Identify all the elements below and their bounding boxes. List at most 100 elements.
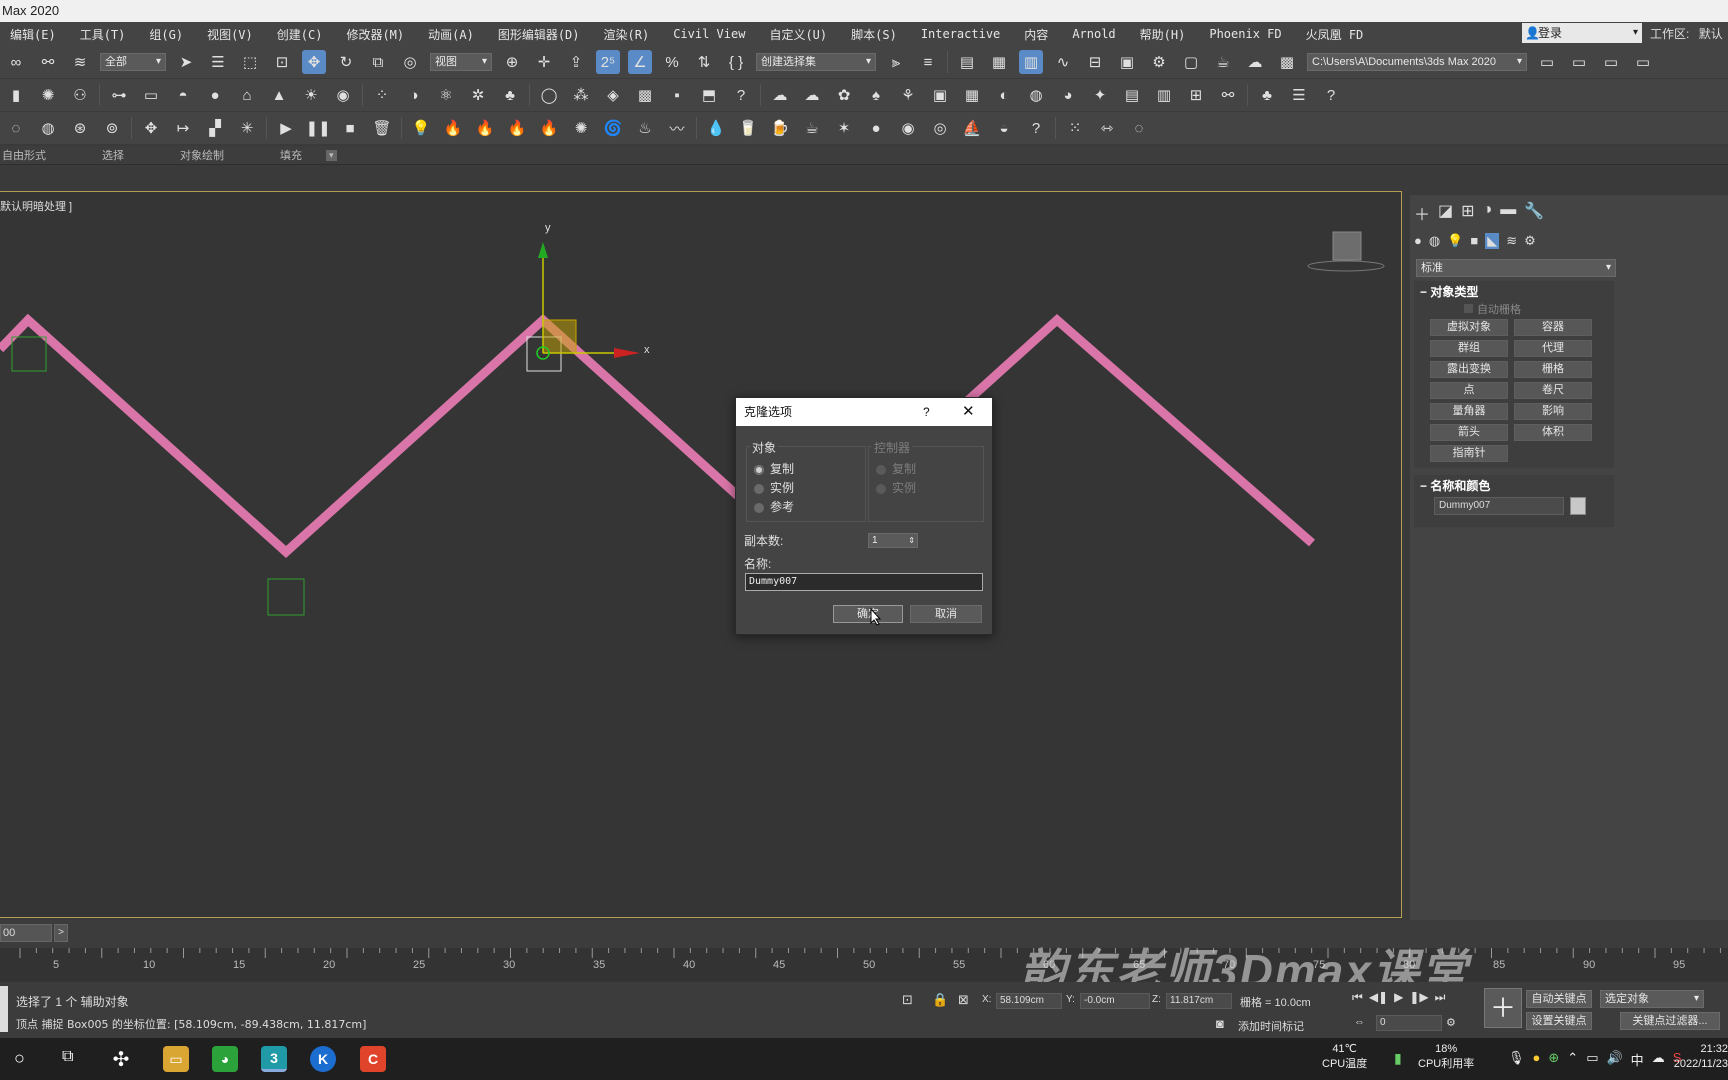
drop-icon-2[interactable]: ◍ — [36, 116, 60, 140]
compass-button[interactable]: 指南针 — [1430, 445, 1508, 462]
grid-button[interactable]: 栅格 — [1514, 361, 1592, 378]
drop-icon[interactable]: ◌ — [4, 116, 28, 140]
camera-icon[interactable]: ⚇ — [68, 83, 92, 107]
export-icon[interactable]: ⬒ — [697, 83, 721, 107]
menu-item-11[interactable]: 脚本(S) — [841, 26, 911, 43]
scale-icon[interactable]: ⧉ — [366, 50, 390, 74]
hierarchy-tab-icon[interactable]: ⊞ — [1461, 201, 1474, 225]
fan-app-icon[interactable]: ✣ — [108, 1046, 134, 1072]
schematic-view-icon[interactable]: ⊟ — [1083, 50, 1107, 74]
lock-icon[interactable]: 🔒 — [932, 992, 948, 1008]
go-to-end-icon[interactable]: ⏭ — [1435, 990, 1446, 1005]
point-button[interactable]: 点 — [1430, 382, 1508, 399]
time-tag-icon[interactable]: ◙ — [1216, 1016, 1224, 1031]
phoenix-icon-2[interactable]: ☁ — [800, 83, 824, 107]
phoenix-icon-11[interactable]: ▤ — [1120, 83, 1144, 107]
network-icon[interactable]: ▭ — [1586, 1050, 1598, 1069]
menu-item-14[interactable]: Arnold — [1062, 27, 1129, 41]
exposetm-button[interactable]: 露出变换 — [1430, 361, 1508, 378]
rendered-frame-icon[interactable]: ▢ — [1179, 50, 1203, 74]
isolate-icon[interactable]: ⊡ — [902, 992, 913, 1008]
window-crossing-icon[interactable]: ⊡ — [270, 50, 294, 74]
glass-icon[interactable]: 🥛 — [736, 116, 760, 140]
splash-icon[interactable]: ✶ — [832, 116, 856, 140]
spacewarps-icon[interactable]: ≋ — [1506, 233, 1517, 249]
map-icon[interactable]: ◈ — [601, 83, 625, 107]
object-color-swatch[interactable] — [1570, 497, 1586, 515]
object-name-input[interactable]: Dummy007 — [1434, 497, 1564, 515]
modify-tab-icon[interactable]: ◪ — [1438, 201, 1453, 225]
keyboard-shortcut-icon[interactable]: ⇪ — [564, 50, 588, 74]
measure-icon[interactable]: ⇿ — [1095, 116, 1119, 140]
menu-item-10[interactable]: 自定义(U) — [759, 26, 841, 43]
red-drop-icon[interactable]: ● — [864, 116, 888, 140]
absolute-mode-icon[interactable]: ⊠ — [958, 992, 969, 1008]
spinner-snap-icon[interactable]: ⇅ — [692, 50, 716, 74]
place-icon[interactable]: ◎ — [398, 50, 422, 74]
name-color-title[interactable]: − 名称和颜色 — [1420, 477, 1490, 494]
menu-item-16[interactable]: Phoenix FD — [1199, 27, 1295, 41]
snap-toggle-icon[interactable]: 2⁵ — [596, 50, 620, 74]
menu-item-2[interactable]: 组(G) — [139, 26, 197, 43]
key-selection-dropdown[interactable]: 选定对象 — [1600, 990, 1704, 1008]
time-slider[interactable]: 00 — [0, 924, 52, 942]
gizmo-x-arrow[interactable] — [614, 348, 640, 358]
stop-icon[interactable]: ■ — [338, 116, 362, 140]
edit-named-sets-icon[interactable]: { } — [724, 50, 748, 74]
move-icon[interactable]: ✥ — [302, 50, 326, 74]
category-dropdown[interactable]: 标准 — [1416, 259, 1616, 277]
object-reference-radio[interactable]: 参考 — [754, 498, 794, 515]
influence-button[interactable]: 影响 — [1514, 403, 1592, 420]
next-frame-icon[interactable]: ❚▶ — [1409, 990, 1428, 1005]
dialog-close-button[interactable]: ✕ — [962, 398, 975, 426]
ref-coord-dropdown[interactable]: 视图 — [430, 53, 492, 71]
phoenix-icon-3[interactable]: ✿ — [832, 83, 856, 107]
help-icon[interactable]: ? — [729, 83, 753, 107]
time-config-icon[interactable]: ⚙ — [1446, 1016, 1456, 1029]
spinner-arrows-icon[interactable]: ⇕ — [908, 534, 915, 547]
ribbon-menu-icon[interactable]: ▾ — [326, 149, 337, 161]
ocean-icon[interactable]: ◉ — [896, 116, 920, 140]
helpers-icon[interactable]: ◣ — [1485, 233, 1500, 249]
file-explorer-icon[interactable]: ▭ — [163, 1046, 189, 1072]
list-icon[interactable]: ☰ — [1287, 83, 1311, 107]
gizmo-y-arrow[interactable] — [538, 242, 548, 258]
search-circle-icon[interactable]: ○ — [14, 1048, 25, 1069]
menu-item-17[interactable]: 火凤凰 FD — [1296, 26, 1378, 43]
key-filters-button[interactable]: 关键点过滤器... — [1620, 1012, 1720, 1030]
phoenix-icon-14[interactable]: ⚯ — [1216, 83, 1240, 107]
menu-item-5[interactable]: 修改器(M) — [336, 26, 418, 43]
k-app-icon[interactable]: K — [310, 1046, 336, 1072]
time-next-icon[interactable]: > — [54, 924, 68, 942]
clock[interactable]: 21:32 2022/11/23 — [1658, 1042, 1728, 1072]
ribbon-tab-selection[interactable]: 选择 — [100, 147, 128, 163]
bowl-icon[interactable]: ☕ — [800, 116, 824, 140]
unlink-icon[interactable]: ⚯ — [36, 50, 60, 74]
dummy-button[interactable]: 虚拟对象 — [1430, 319, 1508, 336]
protractor-button[interactable]: 量角器 — [1430, 403, 1508, 420]
phoenix-icon-6[interactable]: ▦ — [960, 83, 984, 107]
object-type-title[interactable]: − 对象类型 — [1420, 283, 1478, 300]
select-by-name-icon[interactable]: ☰ — [206, 50, 230, 74]
phoenix-icon-8[interactable]: ◍ — [1024, 83, 1048, 107]
go-to-start-icon[interactable]: ⏮ — [1352, 990, 1363, 1005]
display-tab-icon[interactable]: ▬ — [1500, 201, 1516, 225]
mic-icon[interactable]: 🎙 — [1508, 1050, 1525, 1069]
cup-icon[interactable]: 🍺 — [768, 116, 792, 140]
fire-icon-3[interactable]: 🔥 — [505, 116, 529, 140]
c-app-icon[interactable]: C — [360, 1046, 386, 1072]
named-selection-dropdown[interactable]: 创建选择集 — [756, 53, 876, 71]
ok-button[interactable]: 确定 — [833, 605, 903, 623]
ring-icon[interactable]: ⊚ — [100, 116, 124, 140]
percent-snap-icon[interactable]: % — [660, 50, 684, 74]
bulb-icon[interactable]: 💡 — [409, 116, 433, 140]
bind-spacewarp-icon[interactable]: ≋ — [68, 50, 92, 74]
checker-icon[interactable]: ▞ — [203, 116, 227, 140]
project-save-icon[interactable]: ▭ — [1631, 50, 1655, 74]
sunset-icon[interactable]: ◒ — [992, 116, 1016, 140]
ribbon-tab-object-paint[interactable]: 对象绘制 — [178, 147, 228, 163]
selection-filter-dropdown[interactable]: 全部 — [100, 53, 166, 71]
ies-light-icon[interactable]: ⌂ — [235, 83, 259, 107]
container-button[interactable]: 容器 — [1514, 319, 1592, 336]
ribbon-tab-populate[interactable]: 填充 — [278, 147, 306, 163]
